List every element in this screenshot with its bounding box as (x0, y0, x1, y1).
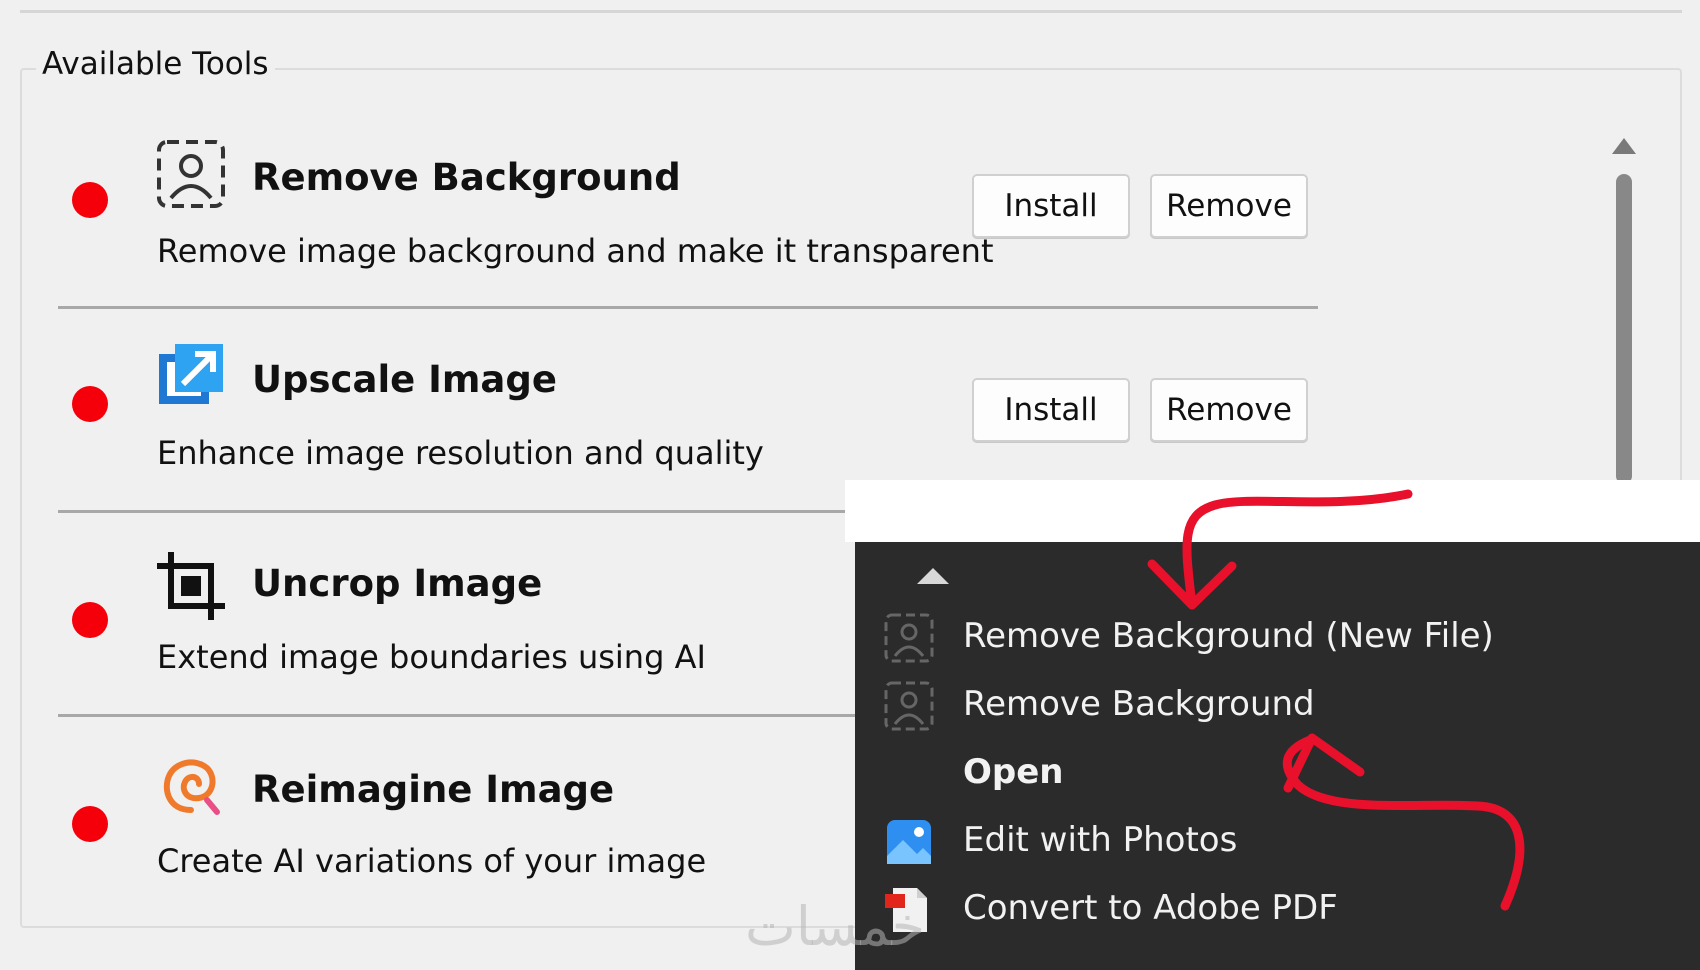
remove-background-icon (883, 680, 935, 732)
menu-item-open[interactable]: Open (855, 744, 1700, 804)
tool-title: Uncrop Image (252, 562, 543, 605)
group-legend: Available Tools (36, 46, 275, 82)
menu-item-convert-to-adobe-pdf[interactable]: Convert to Adobe PDF (855, 880, 1700, 940)
tool-description: Extend image boundaries using AI (157, 638, 706, 676)
tool-title: Reimagine Image (252, 768, 615, 811)
remove-button[interactable]: Remove (1150, 378, 1308, 442)
scroll-up-arrow-icon[interactable] (1612, 138, 1636, 154)
install-button[interactable]: Install (972, 174, 1130, 238)
divider (58, 306, 1318, 309)
overlay-white-strip (845, 480, 1700, 542)
remove-background-icon (883, 612, 935, 664)
tool-title: Remove Background (252, 156, 681, 199)
reimagine-spiral-icon (155, 750, 227, 822)
crop-icon (155, 550, 227, 622)
tool-description: Enhance image resolution and quality (157, 434, 764, 472)
tool-description: Remove image background and make it tran… (157, 232, 994, 270)
upscale-icon (155, 340, 227, 412)
status-dot (72, 806, 108, 842)
menu-item-label: Open (963, 752, 1064, 792)
context-menu: Remove Background (New File) Remove Back… (855, 542, 1700, 970)
menu-scroll-up-icon[interactable] (917, 568, 949, 584)
remove-background-icon (155, 138, 227, 210)
top-rule (20, 10, 1682, 13)
status-dot (72, 602, 108, 638)
menu-item-remove-background[interactable]: Remove Background (855, 676, 1700, 736)
menu-item-label: Edit with Photos (963, 820, 1238, 860)
remove-button[interactable]: Remove (1150, 174, 1308, 238)
status-dot (72, 182, 108, 218)
tool-title: Upscale Image (252, 358, 557, 401)
scrollbar-thumb[interactable] (1616, 174, 1632, 484)
menu-item-remove-background-new-file[interactable]: Remove Background (New File) (855, 608, 1700, 668)
photos-icon (883, 816, 935, 868)
install-button[interactable]: Install (972, 378, 1130, 442)
menu-item-label: Remove Background (963, 684, 1315, 724)
tool-row-remove-background: Remove Background Remove image backgroun… (0, 130, 1330, 334)
menu-item-edit-with-photos[interactable]: Edit with Photos (855, 812, 1700, 872)
menu-item-label: Remove Background (New File) (963, 616, 1494, 656)
watermark: خمسات (745, 895, 926, 958)
menu-item-label: Convert to Adobe PDF (963, 888, 1338, 928)
tool-description: Create AI variations of your image (157, 842, 707, 880)
status-dot (72, 386, 108, 422)
